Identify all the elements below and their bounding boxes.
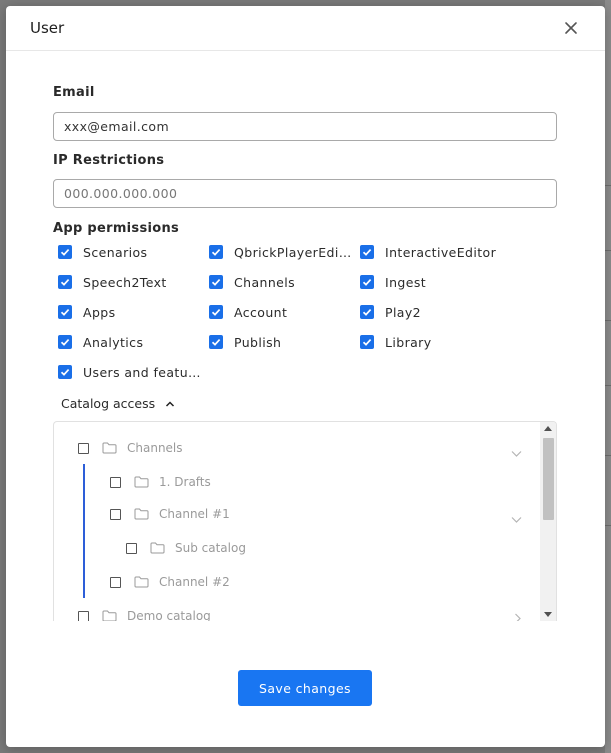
checkmark-icon[interactable] xyxy=(58,365,72,379)
permission-label: InteractiveEditor xyxy=(385,244,497,260)
catalog-access-toggle[interactable]: Catalog access xyxy=(61,396,175,411)
permission-label: Apps xyxy=(83,304,116,320)
ip-restrictions-input[interactable] xyxy=(53,179,557,208)
checkmark-icon[interactable] xyxy=(209,245,223,259)
checkmark-icon[interactable] xyxy=(209,275,223,289)
checkmark-icon[interactable] xyxy=(209,335,223,349)
tree-item-label: Channel #2 xyxy=(159,575,230,589)
checkmark-icon[interactable] xyxy=(209,305,223,319)
checkmark-icon[interactable] xyxy=(58,275,72,289)
backdrop-divider xyxy=(605,385,611,386)
tree-item-channel-1[interactable]: Channel #1 xyxy=(110,505,230,523)
dialog-title: User xyxy=(30,19,65,37)
backdrop-divider xyxy=(605,250,611,251)
permission-play2[interactable]: Play2 xyxy=(360,303,510,321)
permission-label: Ingest xyxy=(385,274,427,290)
chevron-down-icon[interactable] xyxy=(511,509,522,528)
permission-label: Publish xyxy=(234,334,282,350)
folder-icon xyxy=(134,505,149,524)
tree-item-label: Demo catalog xyxy=(127,609,211,621)
tree-checkbox[interactable] xyxy=(110,508,121,520)
app-permissions-label: App permissions xyxy=(53,221,180,236)
backdrop-divider xyxy=(605,525,611,526)
tree-item-1-drafts[interactable]: 1. Drafts xyxy=(110,473,211,491)
checkmark-icon[interactable] xyxy=(360,335,374,349)
tree-checkbox[interactable] xyxy=(110,476,121,488)
checkmark-icon[interactable] xyxy=(58,245,72,259)
checkmark-icon[interactable] xyxy=(360,275,374,289)
ip-restrictions-label: IP Restrictions xyxy=(53,153,165,168)
catalog-tree: Channels 1. Drafts Channel #1 Sub catalo… xyxy=(53,421,557,621)
dialog-header: User xyxy=(6,6,605,51)
permission-label: Analytics xyxy=(83,334,144,350)
permission-scenarios[interactable]: Scenarios xyxy=(58,243,198,261)
permission-label: Play2 xyxy=(385,304,422,320)
permission-apps[interactable]: Apps xyxy=(58,303,198,321)
permission-account[interactable]: Account xyxy=(209,303,354,321)
email-field[interactable] xyxy=(53,112,557,141)
permission-publish[interactable]: Publish xyxy=(209,333,354,351)
permission-label: Scenarios xyxy=(83,244,148,260)
folder-icon xyxy=(102,439,117,458)
tree-item-channel-2[interactable]: Channel #2 xyxy=(110,573,230,591)
folder-icon xyxy=(134,573,149,592)
tree-checkbox[interactable] xyxy=(78,442,89,454)
permission-ingest[interactable]: Ingest xyxy=(360,273,510,291)
scroll-up-arrow-icon[interactable] xyxy=(544,426,552,431)
permission-speech2text[interactable]: Speech2Text xyxy=(58,273,198,291)
permission-label: Library xyxy=(385,334,432,350)
catalog-access-label: Catalog access xyxy=(61,396,156,411)
checkmark-icon[interactable] xyxy=(58,305,72,319)
tree-guide-line xyxy=(83,464,85,598)
save-changes-button[interactable]: Save changes xyxy=(238,670,372,706)
backdrop-divider xyxy=(605,320,611,321)
permission-label: Speech2Text xyxy=(83,274,167,290)
permission-users-and-features[interactable]: Users and features xyxy=(58,363,203,381)
folder-icon xyxy=(102,607,117,621)
tree-item-channels[interactable]: Channels xyxy=(78,439,183,457)
permission-channels[interactable]: Channels xyxy=(209,273,354,291)
tree-item-sub-catalog[interactable]: Sub catalog xyxy=(126,539,246,557)
chevron-down-icon[interactable] xyxy=(511,443,522,462)
checkmark-icon[interactable] xyxy=(58,335,72,349)
tree-checkbox[interactable] xyxy=(110,576,121,588)
permission-library[interactable]: Library xyxy=(360,333,510,351)
chevron-up-icon xyxy=(165,399,175,409)
folder-icon xyxy=(134,473,149,492)
backdrop-divider xyxy=(605,185,611,186)
tree-item-label: Channel #1 xyxy=(159,507,230,521)
tree-checkbox[interactable] xyxy=(78,610,89,621)
scrollbar-thumb[interactable] xyxy=(543,438,554,520)
permission-label: QbrickPlayerEditor xyxy=(234,244,354,260)
tree-scrollbar[interactable] xyxy=(540,422,556,621)
email-label: Email xyxy=(53,85,95,100)
user-dialog: User Email IP Restrictions App permissio… xyxy=(6,6,605,747)
tree-item-label: Sub catalog xyxy=(175,541,246,555)
checkmark-icon[interactable] xyxy=(360,305,374,319)
permission-label: Account xyxy=(234,304,288,320)
permission-qbrickplayereditor[interactable]: QbrickPlayerEditor xyxy=(209,243,354,261)
tree-item-demo-catalog[interactable]: Demo catalog xyxy=(78,607,211,621)
permission-interactiveeditor[interactable]: InteractiveEditor xyxy=(360,243,510,261)
scroll-down-arrow-icon[interactable] xyxy=(544,612,552,617)
tree-checkbox[interactable] xyxy=(126,542,137,554)
backdrop-divider xyxy=(605,455,611,456)
tree-item-label: 1. Drafts xyxy=(159,475,211,489)
backdrop xyxy=(605,0,611,753)
tree-item-label: Channels xyxy=(127,441,183,455)
permission-analytics[interactable]: Analytics xyxy=(58,333,198,351)
close-icon[interactable] xyxy=(563,20,579,36)
chevron-right-icon[interactable] xyxy=(514,609,522,621)
folder-icon xyxy=(150,539,165,558)
checkmark-icon[interactable] xyxy=(360,245,374,259)
permission-label: Users and features xyxy=(83,364,203,380)
permission-label: Channels xyxy=(234,274,296,290)
